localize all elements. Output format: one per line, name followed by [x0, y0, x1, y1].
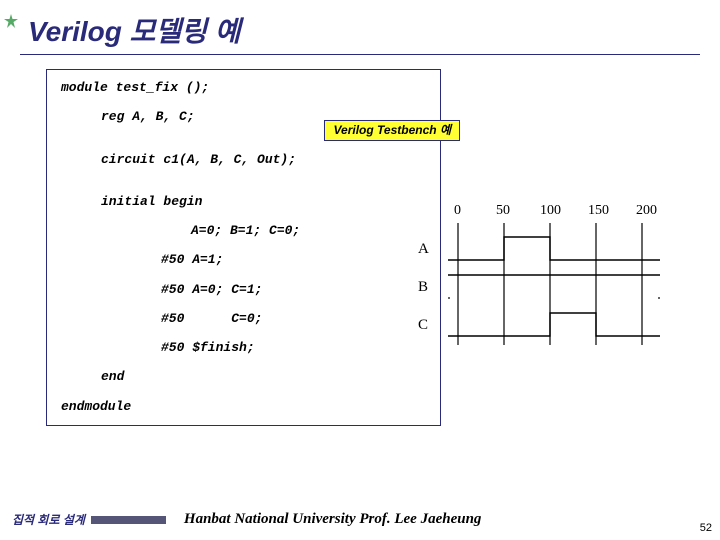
code-line: #50 C=0;	[61, 311, 426, 327]
code-line: A=0; B=1; C=0;	[61, 223, 426, 239]
tick-label: 50	[496, 203, 510, 219]
code-line: module test_fix ();	[61, 80, 426, 96]
code-line: #50 $finish;	[61, 340, 426, 356]
page-title: Verilog 모델링 예	[28, 10, 700, 50]
code-line: circuit c1(A, B, C, Out);	[61, 152, 426, 168]
tick-label: 200	[636, 203, 657, 219]
code-line: initial begin	[61, 194, 426, 210]
footer-bar-icon	[91, 516, 166, 524]
code-line: end	[61, 369, 426, 385]
footer-right: Hanbat National University Prof. Lee Jae…	[184, 511, 482, 528]
title-underline	[20, 54, 700, 55]
timing-svg	[438, 205, 678, 355]
footer: 집적 회로 설계 Hanbat National University Prof…	[0, 511, 720, 528]
testbench-label: Verilog Testbench 예	[324, 120, 460, 141]
page-number: 52	[700, 522, 712, 534]
code-line: endmodule	[61, 399, 426, 415]
signal-label: B	[418, 279, 428, 296]
slide: Verilog 모델링 예 Verilog Testbench 예 module…	[0, 0, 720, 540]
signal-label: C	[418, 317, 428, 334]
bullet-star-icon	[4, 14, 18, 28]
code-line: #50 A=0; C=1;	[61, 282, 426, 298]
tick-label: 150	[588, 203, 609, 219]
signal-label: A	[418, 241, 429, 258]
timing-diagram: 0 50 100 150 200 A B C	[438, 205, 698, 360]
code-box: Verilog Testbench 예 module test_fix (); …	[46, 69, 441, 426]
tick-label: 0	[454, 203, 461, 219]
footer-left: 집적 회로 설계	[12, 511, 85, 528]
tick-label: 100	[540, 203, 561, 219]
code-line: #50 A=1;	[61, 252, 426, 268]
